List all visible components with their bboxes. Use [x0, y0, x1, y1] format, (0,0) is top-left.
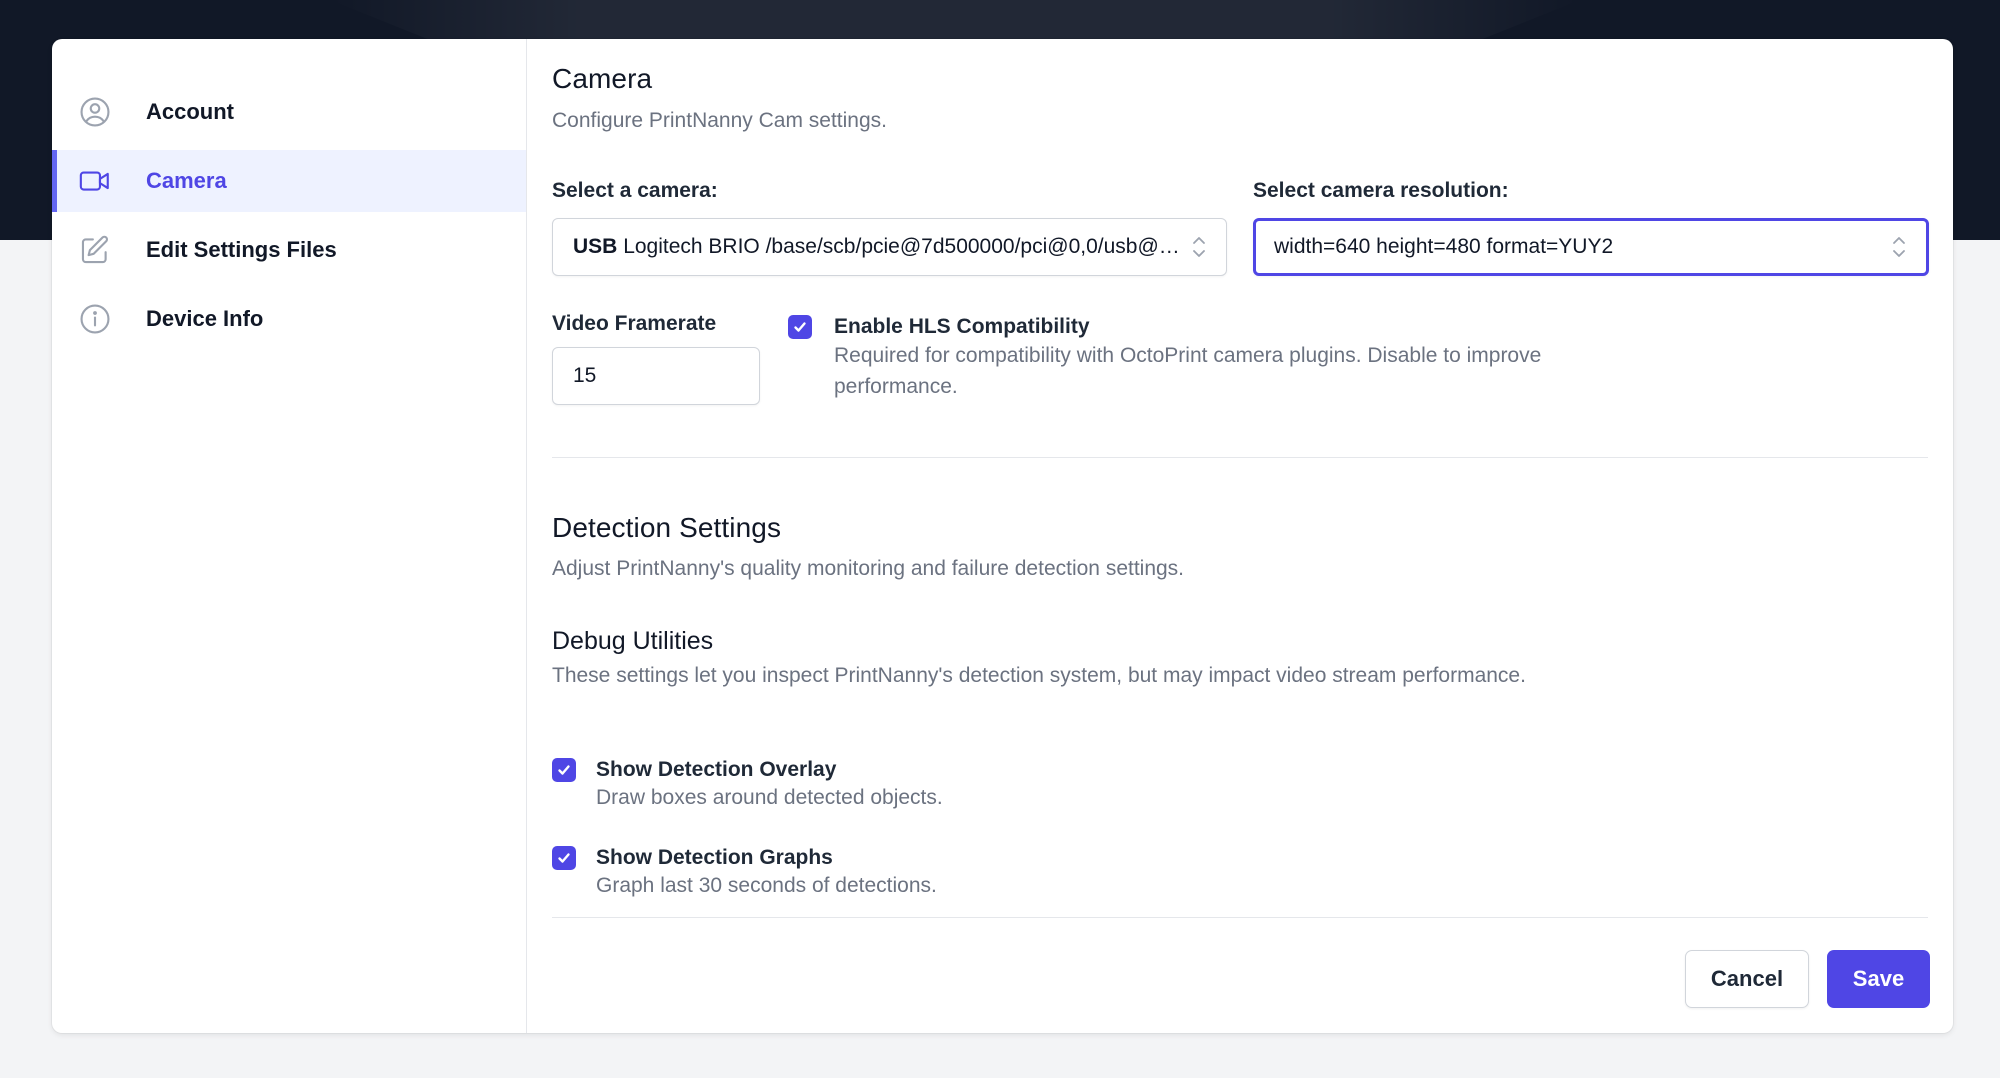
camera-select[interactable]: USB Logitech BRIO /base/scb/pcie@7d50000…	[552, 218, 1227, 276]
section-title-detection: Detection Settings	[552, 512, 782, 543]
checkmark-icon	[558, 765, 570, 775]
detection-overlay-label: Show Detection Overlay	[596, 758, 837, 781]
sidebar-item-label: Edit Settings Files	[146, 237, 337, 262]
settings-card: Account Camera Edit Settings Files Devic…	[52, 39, 1953, 1033]
sidebar-item-account[interactable]: Account	[52, 81, 526, 143]
detection-graphs-label: Show Detection Graphs	[596, 846, 833, 869]
chevron-up-down-icon	[1893, 237, 1905, 257]
resolution-select[interactable]: width=640 height=480 format=YUY2	[1253, 218, 1929, 276]
detection-graphs-checkbox[interactable]	[552, 846, 576, 870]
camera-settings-panel: Camera Configure PrintNanny Cam settings…	[527, 39, 1953, 1033]
video-camera-icon	[77, 163, 113, 199]
header-decoration	[330, 0, 1580, 40]
footer-divider	[552, 917, 1928, 918]
debug-utilities-subtitle: These settings let you inspect PrintNann…	[552, 664, 1526, 687]
section-divider	[552, 457, 1928, 458]
select-camera-label: Select a camera:	[552, 179, 718, 202]
detection-graphs-description: Graph last 30 seconds of detections.	[596, 874, 937, 897]
sidebar-item-label: Camera	[146, 168, 227, 193]
sidebar-item-label: Account	[146, 99, 234, 124]
resolution-select-value: width=640 height=480 format=YUY2	[1274, 235, 1614, 258]
sidebar-item-camera[interactable]: Camera	[52, 150, 526, 212]
cancel-button[interactable]: Cancel	[1685, 950, 1809, 1008]
sidebar-item-device-info[interactable]: Device Info	[52, 288, 526, 350]
pencil-square-icon	[77, 232, 113, 268]
info-circle-icon	[77, 301, 113, 337]
section-subtitle-detection: Adjust PrintNanny's quality monitoring a…	[552, 557, 1185, 580]
camera-select-text: Logitech BRIO /base/scb/pcie@7d500000/pc…	[623, 235, 1190, 258]
hls-description: Required for compatibility with OctoPrin…	[834, 344, 1542, 398]
settings-sidebar: Account Camera Edit Settings Files Devic…	[52, 39, 527, 1033]
detection-overlay-checkbox[interactable]	[552, 758, 576, 782]
detection-overlay-description: Draw boxes around detected objects.	[596, 786, 943, 809]
save-button[interactable]: Save	[1827, 950, 1930, 1008]
camera-select-value: USB Logitech BRIO /base/scb/pcie@7d50000…	[573, 235, 1190, 259]
hls-checkbox[interactable]	[788, 315, 812, 339]
camera-select-prefix: USB	[573, 235, 618, 258]
user-circle-icon	[77, 94, 113, 130]
checkmark-icon	[794, 322, 806, 332]
section-subtitle-camera: Configure PrintNanny Cam settings.	[552, 109, 887, 132]
section-title-camera: Camera	[552, 63, 653, 94]
sidebar-item-edit-settings-files[interactable]: Edit Settings Files	[52, 219, 526, 281]
chevron-up-down-icon	[1193, 237, 1205, 257]
framerate-label: Video Framerate	[552, 312, 717, 335]
checkmark-icon	[558, 853, 570, 863]
sidebar-item-label: Device Info	[146, 306, 264, 331]
framerate-input[interactable]	[552, 347, 760, 405]
select-resolution-label: Select camera resolution:	[1253, 179, 1509, 202]
hls-label: Enable HLS Compatibility	[834, 315, 1090, 338]
debug-utilities-title: Debug Utilities	[552, 627, 714, 655]
